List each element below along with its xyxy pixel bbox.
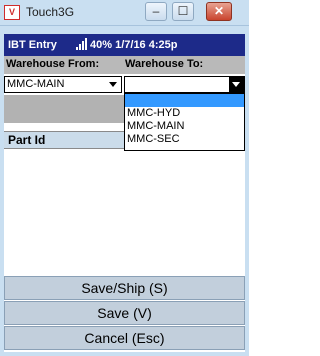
app-client-area: IBT Entry 40% 1/7/16 4:25p Warehouse Fro…	[4, 34, 245, 352]
signal-bars-icon	[76, 38, 87, 50]
minimize-button[interactable]: –	[145, 2, 167, 21]
status-info: 40% 1/7/16 4:25p	[90, 39, 178, 51]
dropdown-option-mmc-hyd[interactable]: MMC-HYD	[125, 107, 244, 120]
save-ship-button[interactable]: Save/Ship (S)	[4, 276, 245, 300]
window-frame: IBT Entry 40% 1/7/16 4:25p Warehouse Fro…	[0, 26, 249, 356]
warehouse-from-value: MMC-MAIN	[7, 78, 65, 90]
warehouse-to-dropdown-button[interactable]	[229, 77, 244, 92]
chevron-down-icon	[232, 82, 240, 87]
parts-grid-header: Part Id	[4, 131, 124, 149]
status-time: 4:25p	[148, 39, 178, 51]
warehouse-to-select[interactable]	[124, 76, 245, 93]
cancel-button[interactable]: Cancel (Esc)	[4, 326, 245, 350]
chevron-down-icon	[109, 82, 117, 87]
warehouse-from-dropdown-button[interactable]	[106, 77, 121, 92]
empty-panel	[4, 95, 124, 123]
close-button[interactable]: ✕	[206, 2, 232, 21]
warehouse-to-dropdown-list[interactable]: MMC-HYD MMC-MAIN MMC-SEC	[124, 93, 245, 151]
status-bar: IBT Entry 40% 1/7/16 4:25p	[4, 34, 245, 56]
maximize-button[interactable]: ☐	[172, 2, 194, 21]
dropdown-option-mmc-main[interactable]: MMC-MAIN	[125, 120, 244, 133]
dropdown-option-blank[interactable]	[125, 94, 244, 107]
battery-level: 40%	[90, 39, 113, 51]
warehouse-to-label: Warehouse To:	[125, 58, 204, 70]
warehouse-labels-row: Warehouse From: Warehouse To:	[4, 56, 245, 74]
part-id-column-header: Part Id	[8, 133, 46, 147]
dropdown-option-mmc-sec[interactable]: MMC-SEC	[125, 133, 244, 146]
app-icon: V	[4, 5, 20, 20]
window-title: Touch3G	[26, 5, 75, 19]
window-title-bar: V Touch3G – ☐ ✕	[0, 0, 249, 26]
status-date: 1/7/16	[115, 39, 146, 51]
screen-name: IBT Entry	[8, 39, 57, 51]
save-button[interactable]: Save (V)	[4, 301, 245, 325]
warehouse-from-select[interactable]: MMC-MAIN	[4, 76, 122, 93]
warehouse-from-label: Warehouse From:	[6, 58, 100, 70]
